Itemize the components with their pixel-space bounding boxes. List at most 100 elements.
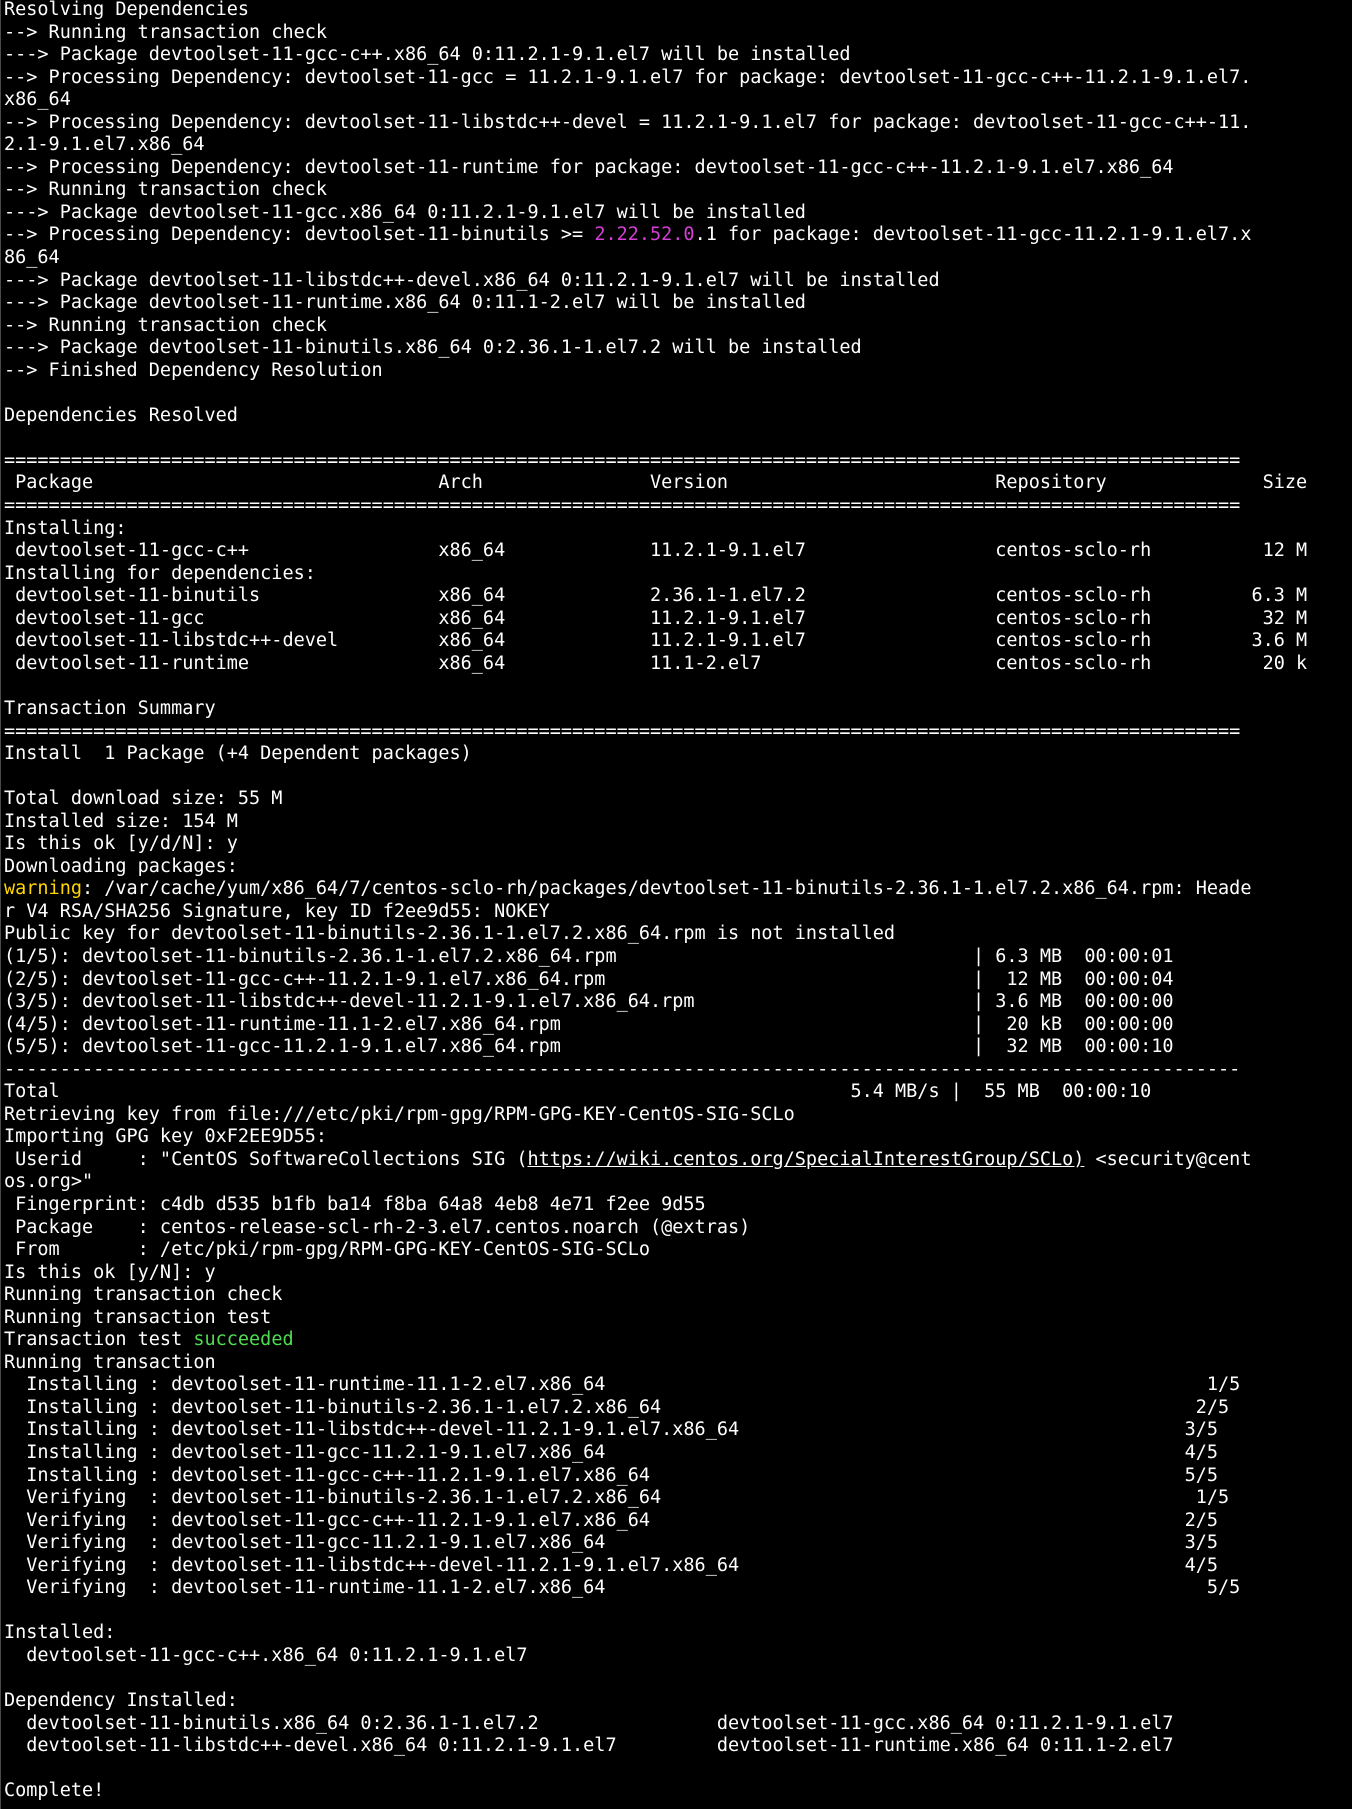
line-text: (4/5): devtoolset-11-runtime-11.1-2.el7.… xyxy=(4,1013,1174,1035)
line-text: ---> Package devtoolset-11-gcc-c++.x86_6… xyxy=(4,44,851,66)
terminal-window[interactable]: Resolving Dependencies --> Running transa… xyxy=(0,0,1352,1809)
log-line: Install 1 Package (+4 Dependent packages… xyxy=(4,743,1352,766)
line-text: Installing : devtoolset-11-binutils-2.36… xyxy=(4,1396,1230,1418)
log-line: 2.1-9.1.el7.x86_64 xyxy=(4,134,1352,157)
url-link[interactable]: https://wiki.centos.org/SpecialInterestG… xyxy=(527,1149,1084,1170)
download-total-line: Total 5.4 MB/s | 55 MB 00:00:10 xyxy=(4,1081,1352,1104)
progress-line: Installing : devtoolset-11-gcc-11.2.1-9.… xyxy=(4,1442,1352,1465)
line-text: Downloading packages: xyxy=(4,855,238,877)
line-text: Running transaction check xyxy=(4,1284,283,1306)
line-text: --> Processing Dependency: devtoolset-11… xyxy=(4,156,1174,178)
gpg-line: Fingerprint: c4db d535 b1fb ba14 f8ba 64… xyxy=(4,1194,1352,1217)
log-line: --> Processing Dependency: devtoolset-11… xyxy=(4,224,1352,247)
download-line: (1/5): devtoolset-11-binutils-2.36.1-1.e… xyxy=(4,946,1352,969)
line-text: devtoolset-11-gcc-c++ x86_64 11.2.1-9.1.… xyxy=(4,540,1308,562)
line-text: Package : centos-release-scl-rh-2-3.el7.… xyxy=(4,1216,751,1238)
line-text: (2/5): devtoolset-11-gcc-c++-11.2.1-9.1.… xyxy=(4,968,1174,990)
line-text: ---> Package devtoolset-11-binutils.x86_… xyxy=(4,337,862,359)
log-line: Downloading packages: xyxy=(4,856,1352,879)
line-text: Is this ok [y/N]: y xyxy=(4,1261,216,1283)
log-line: ---> Package devtoolset-11-gcc.x86_64 0:… xyxy=(4,202,1352,225)
table-row: devtoolset-11-runtime x86_64 11.1-2.el7 … xyxy=(4,653,1352,676)
success-label: succeeded xyxy=(193,1329,294,1351)
line-text: From : /etc/pki/rpm-gpg/RPM-GPG-KEY-Cent… xyxy=(4,1239,651,1261)
log-line: Resolving Dependencies xyxy=(4,0,1352,22)
line-text: <security@cent xyxy=(1084,1148,1252,1170)
separator-line: ========================================… xyxy=(4,450,1352,473)
installed-line: devtoolset-11-gcc-c++.x86_64 0:11.2.1-9.… xyxy=(4,1645,1352,1668)
table-group-heading: Installing for dependencies: xyxy=(4,563,1352,586)
line-text: --> Processing Dependency: devtoolset-11… xyxy=(4,224,595,246)
line-text: Importing GPG key 0xF2EE9D55: xyxy=(4,1126,328,1148)
line-text: --> Running transaction check xyxy=(4,314,328,336)
line-text: --> Running transaction check xyxy=(4,179,328,201)
line-text: Package Arch Version Repository Size xyxy=(4,472,1308,494)
line-text: Installing : devtoolset-11-gcc-11.2.1-9.… xyxy=(4,1442,1219,1463)
log-line: --> Running transaction check xyxy=(4,315,1352,338)
line-text: Running transaction test xyxy=(4,1306,272,1328)
log-line: ---> Package devtoolset-11-gcc-c++.x86_6… xyxy=(4,44,1352,67)
log-line: --> Processing Dependency: devtoolset-11… xyxy=(4,157,1352,180)
gpg-line: From : /etc/pki/rpm-gpg/RPM-GPG-KEY-Cent… xyxy=(4,1239,1352,1262)
line-text: x86_64 xyxy=(4,89,71,111)
log-line: x86_64 xyxy=(4,89,1352,112)
download-line: (5/5): devtoolset-11-gcc-11.2.1-9.1.el7.… xyxy=(4,1036,1352,1059)
prompt-line: Is this ok [y/N]: y xyxy=(4,1262,1352,1285)
log-line: --> Running transaction check xyxy=(4,22,1352,45)
separator-line: ========================================… xyxy=(4,721,1352,744)
log-line: --> Processing Dependency: devtoolset-11… xyxy=(4,112,1352,135)
line-text: ========================================… xyxy=(4,449,1241,471)
line-text: Total 5.4 MB/s | 55 MB 00:00:10 xyxy=(4,1081,1152,1103)
line-text: Installing : devtoolset-11-libstdc++-dev… xyxy=(4,1419,1219,1441)
line-text: Fingerprint: c4db d535 b1fb ba14 f8ba 64… xyxy=(4,1193,706,1215)
table-row: devtoolset-11-libstdc++-devel x86_64 11.… xyxy=(4,630,1352,653)
line-text: Verifying : devtoolset-11-gcc-11.2.1-9.1… xyxy=(4,1532,1219,1554)
line-text: Public key for devtoolset-11-binutils-2.… xyxy=(4,923,896,945)
completion-line: Complete! xyxy=(4,1780,1352,1803)
line-text: Installed size: 154 M xyxy=(4,810,238,832)
line-text: devtoolset-11-runtime x86_64 11.1-2.el7 … xyxy=(4,652,1308,674)
log-line: --> Running transaction check xyxy=(4,179,1352,202)
line-text: ----------------------------------------… xyxy=(4,1058,1241,1080)
log-line: Public key for devtoolset-11-binutils-2.… xyxy=(4,923,1352,946)
terminal-output: Resolving Dependencies --> Running transa… xyxy=(1,0,1352,1803)
line-text: 2.1-9.1.el7.x86_64 xyxy=(4,134,205,156)
line-text: --> Running transaction check xyxy=(4,21,328,43)
line-text: ---> Package devtoolset-11-runtime.x86_6… xyxy=(4,292,806,314)
download-line: (2/5): devtoolset-11-gcc-c++-11.2.1-9.1.… xyxy=(4,969,1352,992)
log-line: ---> Package devtoolset-11-binutils.x86_… xyxy=(4,337,1352,360)
line-text: (3/5): devtoolset-11-libstdc++-devel-11.… xyxy=(4,991,1174,1013)
line-text: Installing for dependencies: xyxy=(4,562,316,584)
version-highlight: 2.22.52.0 xyxy=(594,224,695,246)
line-text: devtoolset-11-libstdc++-devel x86_64 11.… xyxy=(4,630,1308,652)
line-text: devtoolset-11-binutils x86_64 2.36.1-1.e… xyxy=(4,585,1308,607)
download-line: (3/5): devtoolset-11-libstdc++-devel-11.… xyxy=(4,991,1352,1014)
log-line: 86_64 xyxy=(4,247,1352,270)
table-row: devtoolset-11-gcc-c++ x86_64 11.2.1-9.1.… xyxy=(4,540,1352,563)
line-text: Userid : "CentOS SoftwareCollections SIG… xyxy=(4,1148,528,1170)
gpg-userid-line: os.org>" xyxy=(4,1171,1352,1194)
line-text: Transaction test xyxy=(4,1329,194,1351)
line-text: Verifying : devtoolset-11-gcc-c++-11.2.1… xyxy=(4,1509,1219,1531)
section-heading: Installed: xyxy=(4,1622,1352,1645)
line-text: devtoolset-11-libstdc++-devel.x86_64 0:1… xyxy=(4,1735,1174,1757)
progress-line: Verifying : devtoolset-11-gcc-11.2.1-9.1… xyxy=(4,1532,1352,1555)
gpg-userid-line: Userid : "CentOS SoftwareCollections SIG… xyxy=(4,1149,1352,1172)
log-line: ---> Package devtoolset-11-runtime.x86_6… xyxy=(4,292,1352,315)
line-text: Installing : devtoolset-11-gcc-c++-11.2.… xyxy=(4,1464,1219,1486)
line-text: devtoolset-11-gcc x86_64 11.2.1-9.1.el7 … xyxy=(4,607,1308,629)
line-text: Install 1 Package (+4 Dependent packages… xyxy=(4,743,472,765)
line-text: Installing : devtoolset-11-runtime-11.1-… xyxy=(4,1374,1241,1396)
log-line: Transaction test succeeded xyxy=(4,1329,1352,1352)
line-text: Installing: xyxy=(4,517,127,539)
progress-line: Installing : devtoolset-11-runtime-11.1-… xyxy=(4,1374,1352,1397)
line-text: r V4 RSA/SHA256 Signature, key ID f2ee9d… xyxy=(4,900,550,922)
line-text: 86_64 xyxy=(4,247,60,269)
log-line: Running transaction xyxy=(4,1352,1352,1375)
progress-line: Installing : devtoolset-11-libstdc++-dev… xyxy=(4,1419,1352,1442)
